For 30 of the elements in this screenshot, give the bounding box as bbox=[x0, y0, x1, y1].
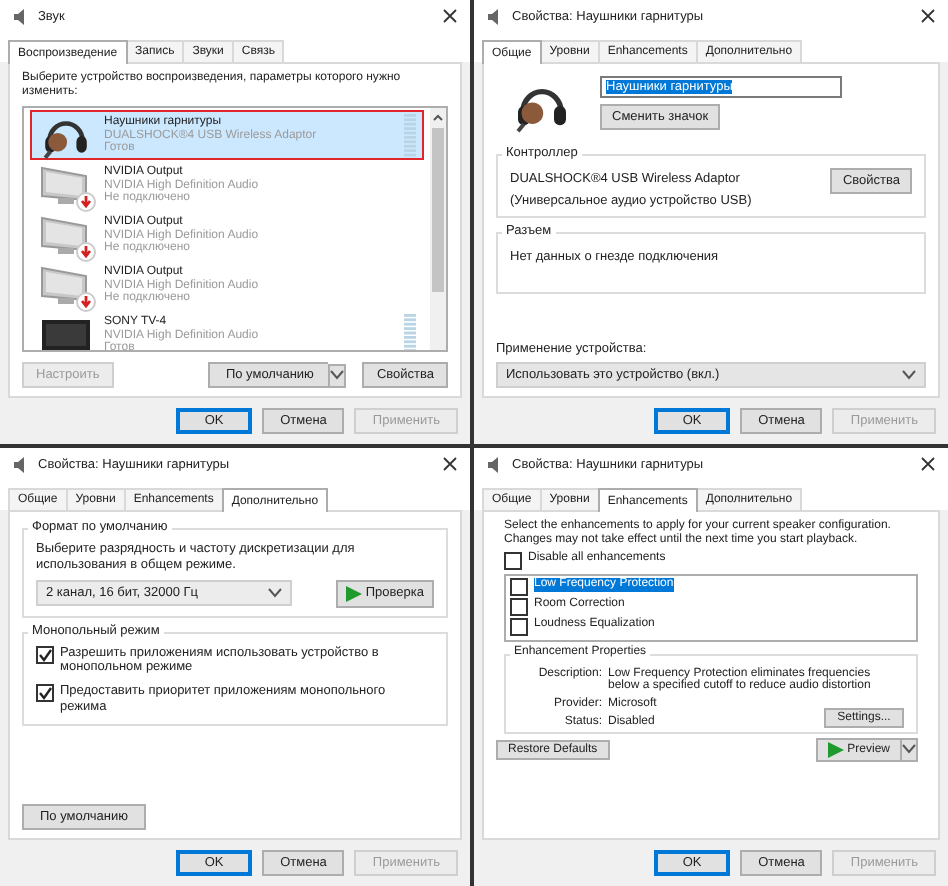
level-meter-icon bbox=[404, 313, 416, 350]
speaker-icon bbox=[486, 455, 504, 473]
play-icon bbox=[345, 585, 362, 602]
caret-icon bbox=[330, 370, 345, 380]
close-icon bbox=[920, 8, 936, 24]
speaker-icon bbox=[12, 455, 30, 473]
close-icon bbox=[442, 456, 458, 472]
dropdown-arrow-button[interactable] bbox=[900, 737, 918, 762]
close-icon bbox=[920, 456, 936, 472]
scrollbar-icon bbox=[430, 108, 446, 350]
caret-icon bbox=[902, 744, 916, 755]
dropdown-arrow-button[interactable] bbox=[328, 363, 347, 387]
checkbox[interactable] bbox=[510, 577, 528, 596]
speaker-icon bbox=[486, 7, 504, 25]
checkmark-icon bbox=[38, 686, 52, 701]
checkbox[interactable] bbox=[510, 617, 528, 636]
disconnected-badge-icon bbox=[76, 191, 96, 212]
caret-icon bbox=[268, 588, 282, 599]
checkmark-icon bbox=[38, 647, 52, 662]
checkbox[interactable] bbox=[510, 597, 528, 616]
level-meter-icon bbox=[404, 113, 416, 158]
close-icon bbox=[442, 8, 458, 24]
checkbox[interactable] bbox=[36, 645, 54, 664]
play-icon bbox=[827, 741, 844, 758]
speaker-icon bbox=[12, 7, 30, 25]
checkbox[interactable] bbox=[504, 551, 522, 570]
checkbox[interactable] bbox=[36, 684, 54, 703]
caret-icon bbox=[902, 370, 916, 380]
disconnected-badge-icon bbox=[76, 241, 96, 262]
disconnected-badge-icon bbox=[76, 291, 96, 312]
